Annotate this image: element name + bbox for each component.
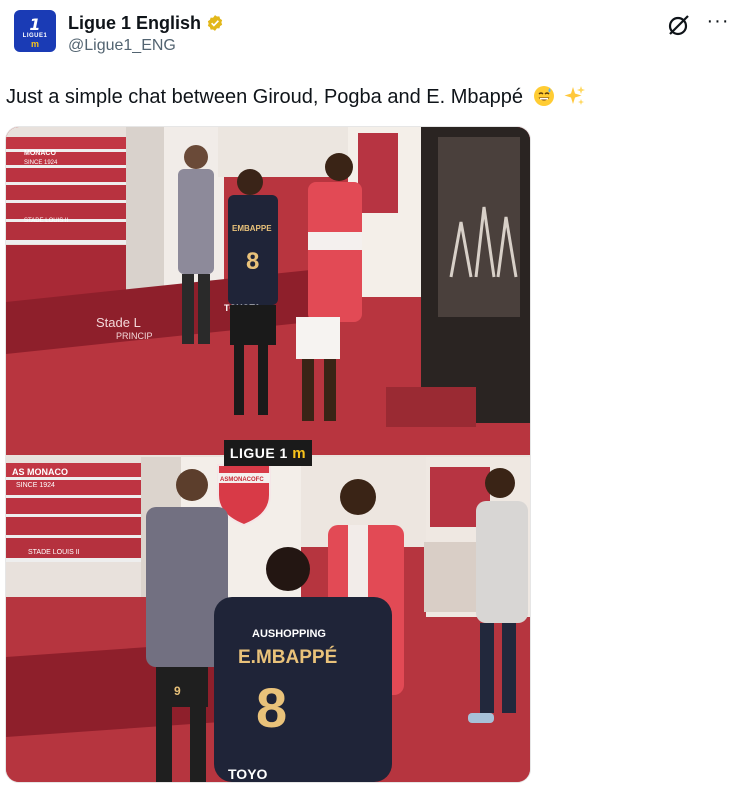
tweet-body: Just a simple chat between Giroud, Pogba… (6, 86, 523, 108)
jersey-sponsor-bottom: AUSHOPPING (252, 628, 326, 640)
floor-text-line-2: PRINCIP (116, 331, 153, 341)
top-photo-scene: MONACO SINCE 1924 STADE LOUIS II Stade L… (6, 127, 530, 455)
step-label: STADE LOUIS II (24, 218, 69, 224)
jersey-number: 8 (246, 248, 259, 275)
crest-text: ASMONACOFC (220, 477, 264, 483)
wall-sign-line-2: SINCE 1924 (24, 160, 58, 166)
mcdonalds-arch-icon: m (292, 445, 307, 462)
grinning-sweat-emoji (533, 86, 554, 106)
grok-icon[interactable] (666, 12, 692, 38)
bottom-photo[interactable]: AS MONACO SINCE 1924 STADE LOUIS II ASMO… (6, 457, 530, 782)
tweet-header: 1 LIGUE1 m Ligue 1 English @Ligue1_ENG ·… (14, 10, 736, 62)
account-handle[interactable]: @Ligue1_ENG (68, 37, 176, 55)
staircase-bottom (6, 463, 141, 562)
mcdonalds-logo-icon: m (30, 39, 39, 49)
shorts-number: 9 (174, 684, 181, 698)
wall-sign-line-1: MONACO (24, 150, 56, 157)
verified-badge-icon[interactable] (206, 14, 224, 32)
floor-text-line-1: Stade L (96, 315, 141, 330)
ligue1-watermark: LIGUE 1 m (224, 440, 312, 466)
tweet-text: Just a simple chat between Giroud, Pogba… (6, 84, 736, 110)
avatar[interactable]: 1 LIGUE1 m (14, 10, 56, 52)
sparkles-emoji (564, 86, 586, 105)
wall-sign-line-2-bottom: SINCE 1924 (16, 482, 55, 489)
name-row: Ligue 1 English (68, 12, 224, 34)
jersey-name: EMBAPPE (232, 224, 272, 233)
watermark-text: LIGUE 1 (229, 445, 288, 461)
step-label-bottom: STADE LOUIS II (28, 549, 80, 556)
ligue1-logo-number: 1 (29, 15, 41, 34)
jersey-number-bottom: 8 (256, 676, 287, 739)
more-options-icon[interactable]: ··· (704, 10, 732, 38)
jersey-name-bottom: E.MBAPPÉ (238, 646, 337, 668)
bottom-sponsor: TOYO (228, 766, 268, 782)
display-name[interactable]: Ligue 1 English (68, 13, 201, 34)
wall-sign-line-1-bottom: AS MONACO (12, 467, 68, 477)
bottom-photo-scene: AS MONACO SINCE 1924 STADE LOUIS II ASMO… (6, 457, 530, 782)
top-photo[interactable]: MONACO SINCE 1924 STADE LOUIS II Stade L… (6, 127, 530, 455)
